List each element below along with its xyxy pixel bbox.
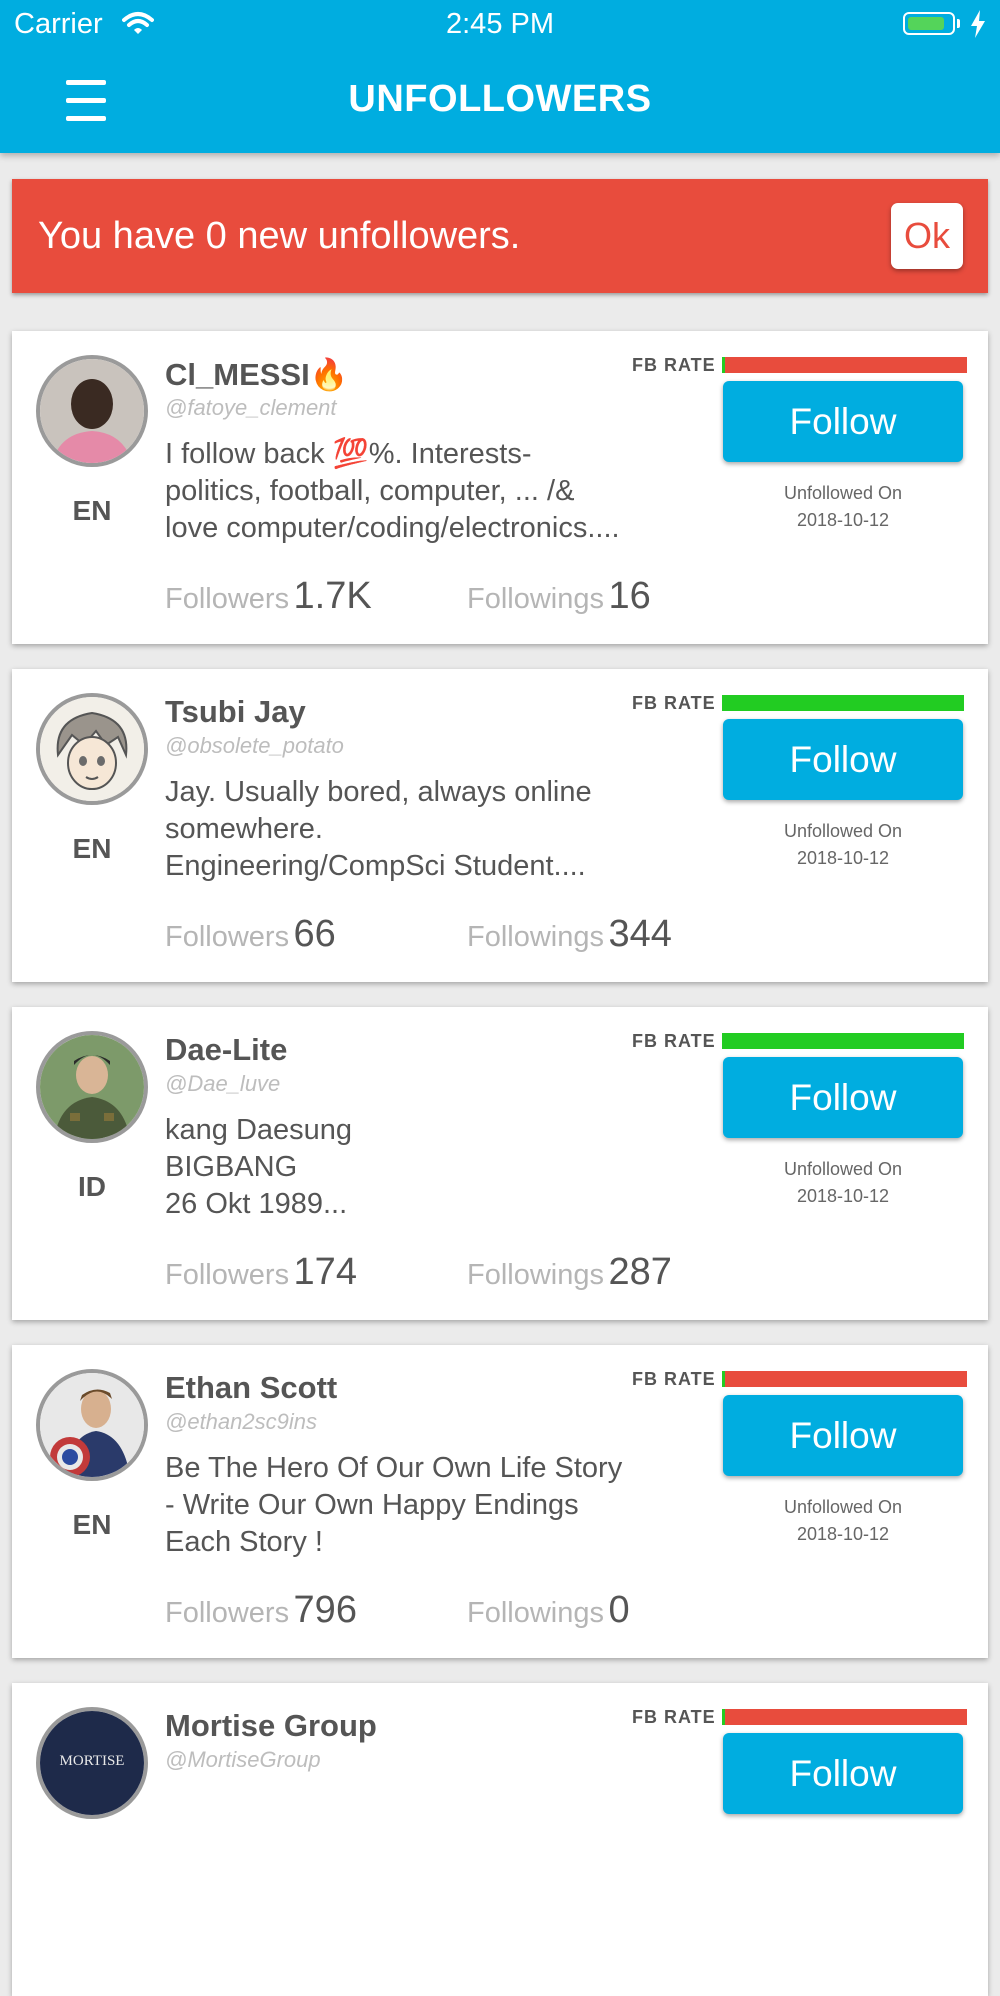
followings-stat: Followings 0 bbox=[467, 1589, 630, 1632]
user-handle: @fatoye_clement bbox=[165, 395, 337, 420]
user-name: Cl_MESSI🔥 bbox=[165, 357, 349, 392]
followers-count: 1.7K bbox=[293, 575, 372, 617]
followers-label: Followers bbox=[165, 921, 290, 953]
followings-count: 287 bbox=[608, 1251, 672, 1293]
fb-rate-bar bbox=[722, 1371, 967, 1387]
unfollowed-on-label: Unfollowed On bbox=[783, 1159, 903, 1179]
follow-button[interactable]: Follow bbox=[723, 1057, 963, 1138]
fb-rate-label: FB RATE bbox=[632, 355, 716, 375]
followers-count: 174 bbox=[293, 1251, 357, 1293]
charging-bolt-icon bbox=[970, 10, 986, 43]
user-handle: @obsolete_potato bbox=[165, 733, 344, 758]
unfollowed-on-label: Unfollowed On bbox=[783, 1497, 903, 1517]
unfollowed-on-label: Unfollowed On bbox=[783, 483, 903, 503]
fb-rate-bar bbox=[722, 695, 964, 711]
followings-count: 16 bbox=[608, 575, 651, 617]
followings-label: Followings bbox=[467, 1259, 604, 1291]
follow-button[interactable]: Follow bbox=[723, 1733, 963, 1814]
followers-label: Followers bbox=[165, 1259, 290, 1291]
alert-ok-button[interactable]: Ok bbox=[891, 203, 963, 269]
page-title: UNFOLLOWERS bbox=[348, 78, 652, 120]
avatar-logo-text: MORTISE bbox=[60, 1753, 125, 1769]
follow-button[interactable]: Follow bbox=[723, 1395, 963, 1476]
status-time: 2:45 PM bbox=[446, 8, 554, 40]
fb-rate-label: FB RATE bbox=[632, 1707, 716, 1727]
user-bio: kang Daesung BIGBANG 26 Okt 1989... bbox=[165, 1114, 353, 1220]
user-name: Tsubi Jay bbox=[165, 694, 306, 729]
user-bio: Jay. Usually bored, always online somewh… bbox=[165, 776, 592, 882]
fb-rate-bar bbox=[722, 1033, 964, 1049]
followings-stat: Followings 16 bbox=[467, 575, 651, 618]
unfollowed-date: 2018-10-12 bbox=[796, 1186, 890, 1206]
followings-label: Followings bbox=[467, 1597, 604, 1629]
language-code: EN bbox=[72, 833, 112, 864]
battery-icon bbox=[903, 12, 955, 35]
status-bar: Carrier 2:45 PM bbox=[0, 0, 1000, 50]
user-name: Ethan Scott bbox=[165, 1370, 338, 1405]
followings-count: 344 bbox=[608, 913, 672, 955]
followings-stat: Followings 287 bbox=[467, 1251, 672, 1294]
unfollowed-date: 2018-10-12 bbox=[796, 848, 890, 868]
followers-count: 66 bbox=[293, 913, 336, 955]
avatar bbox=[36, 355, 148, 467]
new-unfollowers-alert: You have 0 new unfollowers. Ok bbox=[12, 179, 988, 293]
language-code: ID bbox=[78, 1171, 106, 1202]
followers-label: Followers bbox=[165, 1597, 290, 1629]
avatar: MORTISE bbox=[36, 1707, 148, 1819]
followers-label: Followers bbox=[165, 583, 290, 615]
user-handle: @MortiseGroup bbox=[165, 1747, 321, 1772]
fb-rate-label: FB RATE bbox=[632, 693, 716, 713]
followers-stat: Followers 66 bbox=[165, 913, 336, 956]
followers-count: 796 bbox=[293, 1589, 357, 1631]
user-handle: @Dae_luve bbox=[165, 1071, 281, 1096]
fb-rate-label: FB RATE bbox=[632, 1031, 716, 1051]
unfollower-card: EN Ethan Scott @ethan2sc9ins Be The Hero… bbox=[12, 1345, 988, 1658]
followings-label: Followings bbox=[467, 583, 604, 615]
followers-stat: Followers 174 bbox=[165, 1251, 357, 1294]
fb-rate-bar bbox=[722, 357, 967, 373]
avatar bbox=[36, 1369, 148, 1481]
nav-header: Carrier 2:45 PM UNFOLLOWERS bbox=[0, 0, 1000, 153]
follow-button[interactable]: Follow bbox=[723, 381, 963, 462]
alert-message: You have 0 new unfollowers. bbox=[38, 215, 521, 257]
follow-button[interactable]: Follow bbox=[723, 719, 963, 800]
unfollower-card: ID Dae-Lite @Dae_luve kang Daesung BIGBA… bbox=[12, 1007, 988, 1320]
followers-stat: Followers 796 bbox=[165, 1589, 357, 1632]
followings-label: Followings bbox=[467, 921, 604, 953]
user-handle: @ethan2sc9ins bbox=[165, 1409, 317, 1434]
language-code: EN bbox=[72, 495, 112, 526]
followers-stat: Followers 1.7K bbox=[165, 575, 372, 618]
avatar bbox=[36, 693, 148, 805]
unfollower-card: EN Cl_MESSI🔥 @fatoye_clement I follow ba… bbox=[12, 331, 988, 644]
user-name: Dae-Lite bbox=[165, 1032, 288, 1067]
followings-stat: Followings 344 bbox=[467, 913, 672, 956]
unfollowed-date: 2018-10-12 bbox=[796, 1524, 890, 1544]
unfollowed-date: 2018-10-12 bbox=[796, 510, 890, 530]
user-bio: I follow back 💯%. Interests- politics, f… bbox=[165, 438, 620, 544]
followings-count: 0 bbox=[608, 1589, 630, 1631]
language-code: EN bbox=[72, 1509, 112, 1540]
avatar bbox=[36, 1031, 148, 1143]
battery-tip bbox=[957, 19, 960, 28]
unfollower-card: MORTISE Mortise Group @MortiseGroup FB R… bbox=[12, 1683, 988, 1996]
user-bio: Be The Hero Of Our Own Life Story - Writ… bbox=[165, 1452, 623, 1558]
unfollowed-on-label: Unfollowed On bbox=[783, 821, 903, 841]
fb-rate-bar bbox=[722, 1709, 967, 1725]
fb-rate-label: FB RATE bbox=[632, 1369, 716, 1389]
user-name: Mortise Group bbox=[165, 1708, 377, 1743]
unfollower-card: EN Tsubi Jay @obsolete_potato Jay. Usual… bbox=[12, 669, 988, 982]
